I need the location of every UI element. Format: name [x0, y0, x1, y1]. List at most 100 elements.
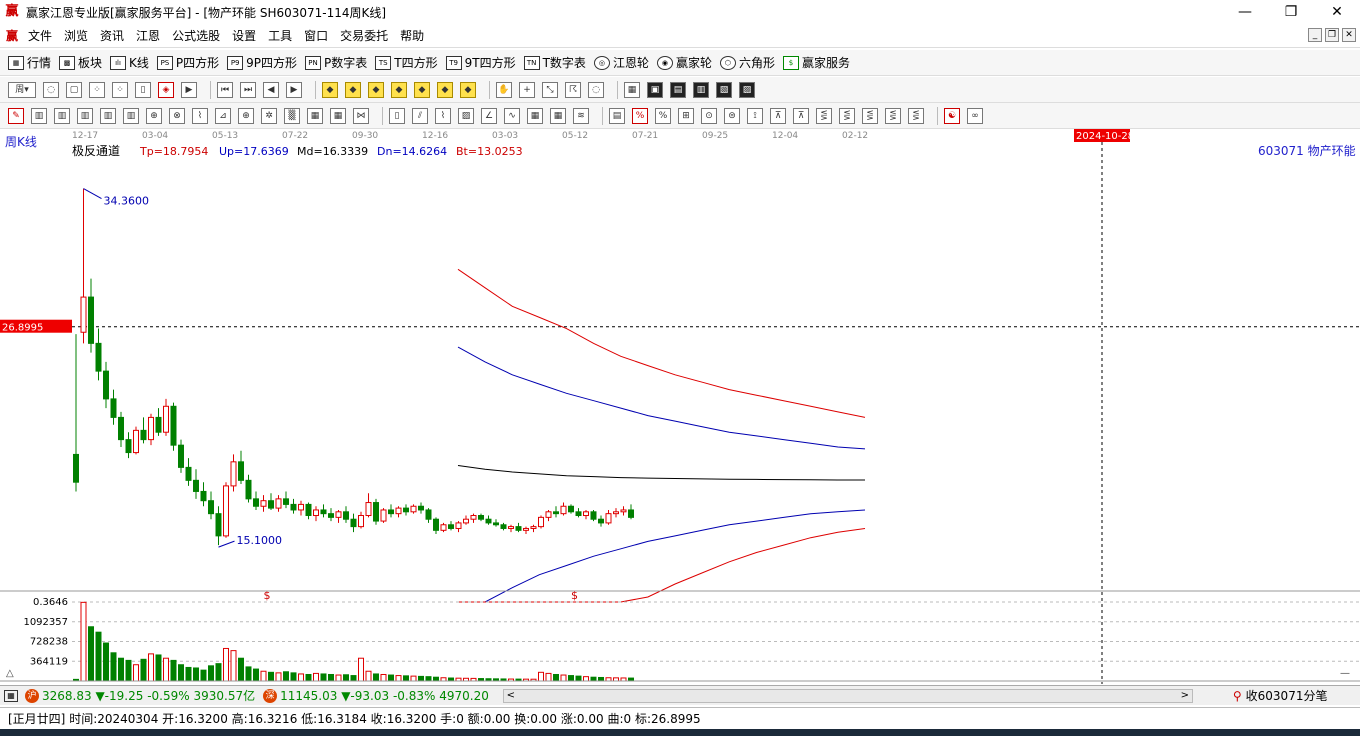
- toolbar3-tool-icon-23[interactable]: ▦: [527, 107, 543, 124]
- menu-item-8[interactable]: 交易委托: [334, 27, 394, 44]
- toolbar2-tool-icon-6[interactable]: ▶: [181, 81, 197, 98]
- toolbar-button-11[interactable]: ⬡ 六角形: [719, 54, 775, 71]
- toolbar3-tool-icon-31[interactable]: ⊙: [701, 107, 717, 124]
- toolbar2-tool-icon-28[interactable]: ▣: [647, 81, 663, 98]
- toolbar3-tool-icon-24[interactable]: ▦: [550, 107, 566, 124]
- toolbar2-tool-icon-25[interactable]: ◌: [588, 81, 604, 98]
- toolbar2-tool-icon-27[interactable]: ▦: [624, 81, 640, 98]
- toolbar3-tool-icon-38[interactable]: ⋚: [862, 107, 878, 124]
- toolbar3-tool-icon-32[interactable]: ⊜: [724, 107, 740, 124]
- toolbar2-tool-icon-23[interactable]: ⤡: [542, 81, 558, 98]
- toolbar3-tool-icon-36[interactable]: ⋚: [816, 107, 832, 124]
- toolbar2-tool-icon-21[interactable]: ✋: [496, 81, 512, 98]
- toolbar-button-3[interactable]: PS P四方形: [156, 54, 219, 71]
- toolbar3-tool-icon-0[interactable]: ✎: [8, 107, 24, 124]
- toolbar3-tool-icon-3[interactable]: ▥: [77, 107, 93, 124]
- toolbar3-tool-icon-43[interactable]: ∞: [967, 107, 983, 124]
- menu-item-1[interactable]: 浏览: [58, 27, 94, 44]
- toolbar2-tool-icon-32[interactable]: ▨: [739, 81, 755, 98]
- toolbar3-tool-icon-19[interactable]: ⌇: [435, 107, 451, 124]
- tick-info[interactable]: ⚲ 收603071分笔: [1233, 687, 1328, 704]
- toolbar-button-0[interactable]: ▦ 行情: [8, 54, 51, 71]
- toolbar3-tool-icon-39[interactable]: ⋚: [885, 107, 901, 124]
- scroll-right-arrow[interactable]: >: [1178, 690, 1192, 702]
- toolbar3-tool-icon-17[interactable]: ▯: [389, 107, 405, 124]
- toolbar2-tool-icon-5[interactable]: ◈: [158, 81, 174, 98]
- toolbar2-tool-icon-22[interactable]: +: [519, 81, 535, 98]
- chart-area[interactable]: 12-17 03-04 05-13 07-22 09-30 12-16 03-03 05-12…: [0, 129, 1360, 684]
- toolbar2-tool-icon-3[interactable]: ⁘: [112, 81, 128, 98]
- kline-chart[interactable]: 12-17 03-04 05-13 07-22 09-30 12-16 03-03 05-12…: [0, 129, 1360, 684]
- minimize-button[interactable]: —: [1222, 0, 1268, 24]
- toolbar-button-8[interactable]: TN T数字表: [523, 54, 586, 71]
- toolbar-button-9[interactable]: ◎ 江恩轮: [593, 54, 649, 71]
- grid-icon[interactable]: ▦: [4, 689, 18, 702]
- toolbar3-tool-icon-1[interactable]: ▥: [31, 107, 47, 124]
- mdi-restore-button[interactable]: ❐: [1325, 28, 1339, 42]
- menu-item-0[interactable]: 文件: [22, 27, 58, 44]
- toolbar-button-1[interactable]: ▩ 板块: [59, 54, 102, 71]
- toolbar3-tool-icon-7[interactable]: ⊗: [169, 107, 185, 124]
- scroll-left-arrow[interactable]: <: [504, 690, 518, 702]
- toolbar3-tool-icon-5[interactable]: ▥: [123, 107, 139, 124]
- toolbar2-tool-icon-11[interactable]: ▶: [286, 81, 302, 98]
- toolbar3-tool-icon-14[interactable]: ▦: [330, 107, 346, 124]
- close-button[interactable]: ✕: [1314, 0, 1360, 24]
- toolbar3-tool-icon-40[interactable]: ⋚: [908, 107, 924, 124]
- toolbar2-tool-icon-4[interactable]: ▯: [135, 81, 151, 98]
- mdi-close-button[interactable]: ✕: [1342, 28, 1356, 42]
- toolbar3-tool-icon-6[interactable]: ⊕: [146, 107, 162, 124]
- toolbar3-tool-icon-12[interactable]: ▒: [284, 107, 300, 124]
- menu-item-4[interactable]: 公式选股: [166, 27, 226, 44]
- restore-button[interactable]: ❐: [1268, 0, 1314, 24]
- toolbar3-tool-icon-30[interactable]: ⊞: [678, 107, 694, 124]
- toolbar3-tool-icon-34[interactable]: ⊼: [770, 107, 786, 124]
- toolbar3-tool-icon-8[interactable]: ⌇: [192, 107, 208, 124]
- toolbar3-tool-icon-9[interactable]: ⊿: [215, 107, 231, 124]
- menu-item-5[interactable]: 设置: [226, 27, 262, 44]
- toolbar2-tool-icon-30[interactable]: ▥: [693, 81, 709, 98]
- toolbar3-tool-icon-25[interactable]: ≋: [573, 107, 589, 124]
- toolbar3-tool-icon-15[interactable]: ⋈: [353, 107, 369, 124]
- menu-logo-icon[interactable]: 赢: [2, 27, 22, 44]
- toolbar3-tool-icon-2[interactable]: ▥: [54, 107, 70, 124]
- toolbar3-tool-icon-37[interactable]: ⋚: [839, 107, 855, 124]
- toolbar3-tool-icon-11[interactable]: ✲: [261, 107, 277, 124]
- toolbar-button-6[interactable]: TS T四方形: [375, 54, 438, 71]
- toolbar2-tool-icon-8[interactable]: ⏮: [217, 81, 233, 98]
- menu-item-9[interactable]: 帮助: [394, 27, 430, 44]
- toolbar3-tool-icon-28[interactable]: %: [632, 107, 648, 124]
- toolbar3-tool-icon-20[interactable]: ▨: [458, 107, 474, 124]
- period-select[interactable]: 周▾: [8, 81, 36, 98]
- toolbar3-tool-icon-29[interactable]: %: [655, 107, 671, 124]
- toolbar2-tool-icon-24[interactable]: ☈: [565, 81, 581, 98]
- toolbar2-tool-icon-0[interactable]: ◌: [43, 81, 59, 98]
- toolbar2-tool-icon-16[interactable]: ◆: [391, 81, 407, 98]
- toolbar2-tool-icon-18[interactable]: ◆: [437, 81, 453, 98]
- menu-item-2[interactable]: 资讯: [94, 27, 130, 44]
- toolbar3-tool-icon-10[interactable]: ⊕: [238, 107, 254, 124]
- toolbar2-tool-icon-1[interactable]: ▢: [66, 81, 82, 98]
- toolbar3-tool-icon-13[interactable]: ▦: [307, 107, 323, 124]
- toolbar3-tool-icon-18[interactable]: ⫽: [412, 107, 428, 124]
- chart-scrollbar[interactable]: < >: [502, 688, 1193, 703]
- toolbar-button-5[interactable]: PN P数字表: [305, 54, 367, 71]
- toolbar2-tool-icon-10[interactable]: ◀: [263, 81, 279, 98]
- toolbar2-tool-icon-17[interactable]: ◆: [414, 81, 430, 98]
- toolbar-button-10[interactable]: ◉ 赢家轮: [656, 54, 712, 71]
- mdi-minimize-button[interactable]: _: [1308, 28, 1322, 42]
- toolbar2-tool-icon-9[interactable]: ⏭: [240, 81, 256, 98]
- menu-item-7[interactable]: 窗口: [298, 27, 334, 44]
- toolbar3-tool-icon-33[interactable]: ⟟: [747, 107, 763, 124]
- toolbar2-tool-icon-13[interactable]: ◆: [322, 81, 338, 98]
- toolbar3-tool-icon-22[interactable]: ∿: [504, 107, 520, 124]
- toolbar3-tool-icon-35[interactable]: ⊼: [793, 107, 809, 124]
- toolbar3-tool-icon-4[interactable]: ▥: [100, 107, 116, 124]
- toolbar2-tool-icon-29[interactable]: ▤: [670, 81, 686, 98]
- toolbar2-tool-icon-19[interactable]: ◆: [460, 81, 476, 98]
- toolbar2-tool-icon-31[interactable]: ▧: [716, 81, 732, 98]
- menu-item-3[interactable]: 江恩: [130, 27, 166, 44]
- toolbar-button-4[interactable]: P9 9P四方形: [227, 54, 297, 71]
- menu-item-6[interactable]: 工具: [262, 27, 298, 44]
- toolbar-button-2[interactable]: ılı K线: [110, 54, 149, 71]
